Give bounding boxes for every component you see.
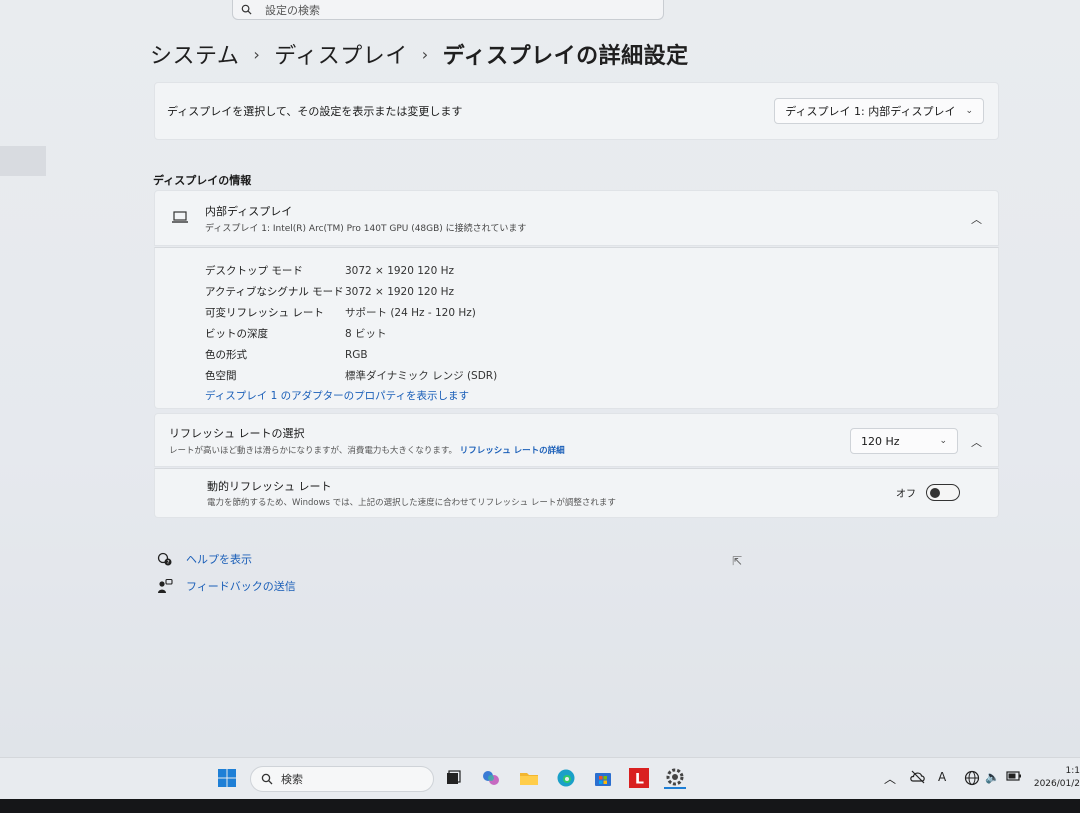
info-key: 色の形式 xyxy=(205,349,247,361)
refresh-rate-dropdown[interactable]: 120 Hz ⌄ xyxy=(850,428,958,454)
dynamic-refresh-description: 電力を節約するため、Windows では、上記の選択した速度に合わせてリフレッシ… xyxy=(207,498,616,508)
refresh-rate-desc-text: レートが高いほど動きは滑らかになりますが、消費電力も大きくなります。 xyxy=(169,445,457,456)
svg-text:L: L xyxy=(635,772,644,788)
info-value: RGB xyxy=(345,348,368,361)
taskbar: 検索 L ︿ A 🔈 1:1 2026/01/2 xyxy=(0,757,1080,799)
toggle-knob xyxy=(930,487,940,498)
info-row: 可変リフレッシュ レート サポート (24 Hz - 120 Hz) xyxy=(205,302,998,323)
display-select-dropdown[interactable]: ディスプレイ 1: 内部ディスプレイ ⌄ xyxy=(774,98,984,124)
refresh-rate-card: リフレッシュ レートの選択 レートが高いほど動きは滑らかになりますが、消費電力も… xyxy=(154,413,999,467)
clock-time: 1:1 xyxy=(1065,766,1080,776)
info-key: 可変リフレッシュ レート xyxy=(205,307,324,319)
display-select-label: ディスプレイを選択して、その設定を表示または変更します xyxy=(167,105,463,118)
dynamic-refresh-title: 動的リフレッシュ レート xyxy=(207,480,332,493)
network-globe-icon[interactable] xyxy=(964,770,980,789)
display-select-card: ディスプレイを選択して、その設定を表示または変更します ディスプレイ 1: 内部… xyxy=(154,82,999,140)
dynamic-refresh-toggle-group: オフ xyxy=(896,484,960,501)
breadcrumb: システム › ディスプレイ › ディスプレイの詳細設定 xyxy=(150,38,689,70)
page-title: ディスプレイの詳細設定 xyxy=(442,44,689,69)
info-key: ビットの深度 xyxy=(205,328,268,340)
svg-text:?: ? xyxy=(167,560,170,566)
settings-search-box[interactable]: 設定の検索 xyxy=(232,0,664,20)
volume-icon[interactable]: 🔈 xyxy=(985,770,1000,784)
chevron-up-icon[interactable]: ︿ xyxy=(971,434,982,450)
display-info-header[interactable]: 内部ディスプレイ ディスプレイ 1: Intel(R) Arc(TM) Pro … xyxy=(154,190,999,246)
copilot-icon[interactable] xyxy=(480,767,502,789)
info-key: 色空間 xyxy=(205,370,237,382)
info-value: 8 ビット xyxy=(345,328,387,340)
breadcrumb-system[interactable]: システム xyxy=(150,38,239,70)
dynamic-refresh-toggle[interactable] xyxy=(926,484,960,501)
info-row: アクティブなシグナル モード 3072 × 1920 120 Hz xyxy=(205,281,998,302)
search-placeholder: 設定の検索 xyxy=(265,3,320,17)
nav-selection-indicator xyxy=(0,146,46,176)
section-title: ディスプレイの情報 xyxy=(153,174,252,187)
refresh-rate-title: リフレッシュ レートの選択 xyxy=(169,426,305,440)
refresh-rate-details-link[interactable]: リフレッシュ レートの詳細 xyxy=(460,446,565,456)
clock-date: 2026/01/2 xyxy=(1033,779,1080,789)
help-link[interactable]: ? ヘルプを表示 xyxy=(156,550,252,568)
refresh-rate-value: 120 Hz xyxy=(861,434,900,448)
breadcrumb-separator: › xyxy=(253,44,261,64)
ime-indicator[interactable]: A xyxy=(938,770,946,784)
toggle-state-label: オフ xyxy=(896,489,916,500)
info-value: サポート (24 Hz - 120 Hz) xyxy=(345,307,476,319)
display-select-value: ディスプレイ 1: 内部ディスプレイ xyxy=(785,105,956,118)
taskbar-search[interactable]: 検索 xyxy=(250,766,434,792)
info-value: 標準ダイナミック レンジ (SDR) xyxy=(345,370,498,382)
feedback-link-label: フィードバックの送信 xyxy=(186,580,296,593)
chevron-up-icon[interactable]: ︿ xyxy=(971,211,982,227)
mouse-cursor-icon: ⇱ xyxy=(732,554,743,568)
help-icon: ? xyxy=(156,550,174,568)
laptop-icon xyxy=(171,209,189,228)
windows-start-icon[interactable] xyxy=(216,767,238,789)
feedback-icon xyxy=(156,577,174,595)
taskbar-search-label: 検索 xyxy=(281,773,303,786)
feedback-link[interactable]: フィードバックの送信 xyxy=(156,577,296,595)
battery-icon[interactable] xyxy=(1006,770,1022,785)
task-view-icon[interactable] xyxy=(442,767,464,789)
info-row: 色の形式 RGB xyxy=(205,344,998,365)
info-row: ビットの深度 8 ビット xyxy=(205,323,998,344)
adapter-properties-link[interactable]: ディスプレイ 1 のアダプターのプロパティを表示します xyxy=(205,388,998,403)
device-name: 内部ディスプレイ xyxy=(205,204,293,218)
info-key: デスクトップ モード xyxy=(205,265,303,277)
search-icon xyxy=(241,3,255,17)
settings-gear-icon[interactable] xyxy=(664,767,686,789)
taskbar-clock[interactable]: 1:1 2026/01/2 xyxy=(1032,765,1080,791)
chevron-down-icon: ⌄ xyxy=(939,436,947,446)
breadcrumb-separator: › xyxy=(421,44,429,64)
file-explorer-icon[interactable] xyxy=(518,767,540,789)
cloud-offline-icon[interactable] xyxy=(910,770,926,787)
search-icon xyxy=(261,773,273,785)
info-value: 3072 × 1920 120 Hz xyxy=(345,285,455,298)
chevron-down-icon: ⌄ xyxy=(965,106,973,116)
screen-bezel xyxy=(0,799,1080,813)
dynamic-refresh-card: 動的リフレッシュ レート 電力を節約するため、Windows では、上記の選択し… xyxy=(154,468,999,518)
device-description: ディスプレイ 1: Intel(R) Arc(TM) Pro 140T GPU … xyxy=(205,223,527,234)
help-link-label: ヘルプを表示 xyxy=(186,553,252,566)
info-row: 色空間 標準ダイナミック レンジ (SDR) xyxy=(205,365,998,386)
edge-browser-icon[interactable] xyxy=(555,767,577,789)
info-key: アクティブなシグナル モード xyxy=(205,286,344,298)
chevron-up-icon[interactable]: ︿ xyxy=(884,770,896,787)
microsoft-store-icon[interactable] xyxy=(592,767,614,789)
red-l-app-icon[interactable]: L xyxy=(628,767,650,789)
info-value: 3072 × 1920 120 Hz xyxy=(345,264,455,277)
display-info-details: デスクトップ モード 3072 × 1920 120 Hz アクティブなシグナル … xyxy=(154,247,999,409)
breadcrumb-display[interactable]: ディスプレイ xyxy=(274,38,407,70)
info-row: デスクトップ モード 3072 × 1920 120 Hz xyxy=(205,260,998,281)
refresh-rate-description: レートが高いほど動きは滑らかになりますが、消費電力も大きくなります。 リフレッシ… xyxy=(169,444,565,456)
